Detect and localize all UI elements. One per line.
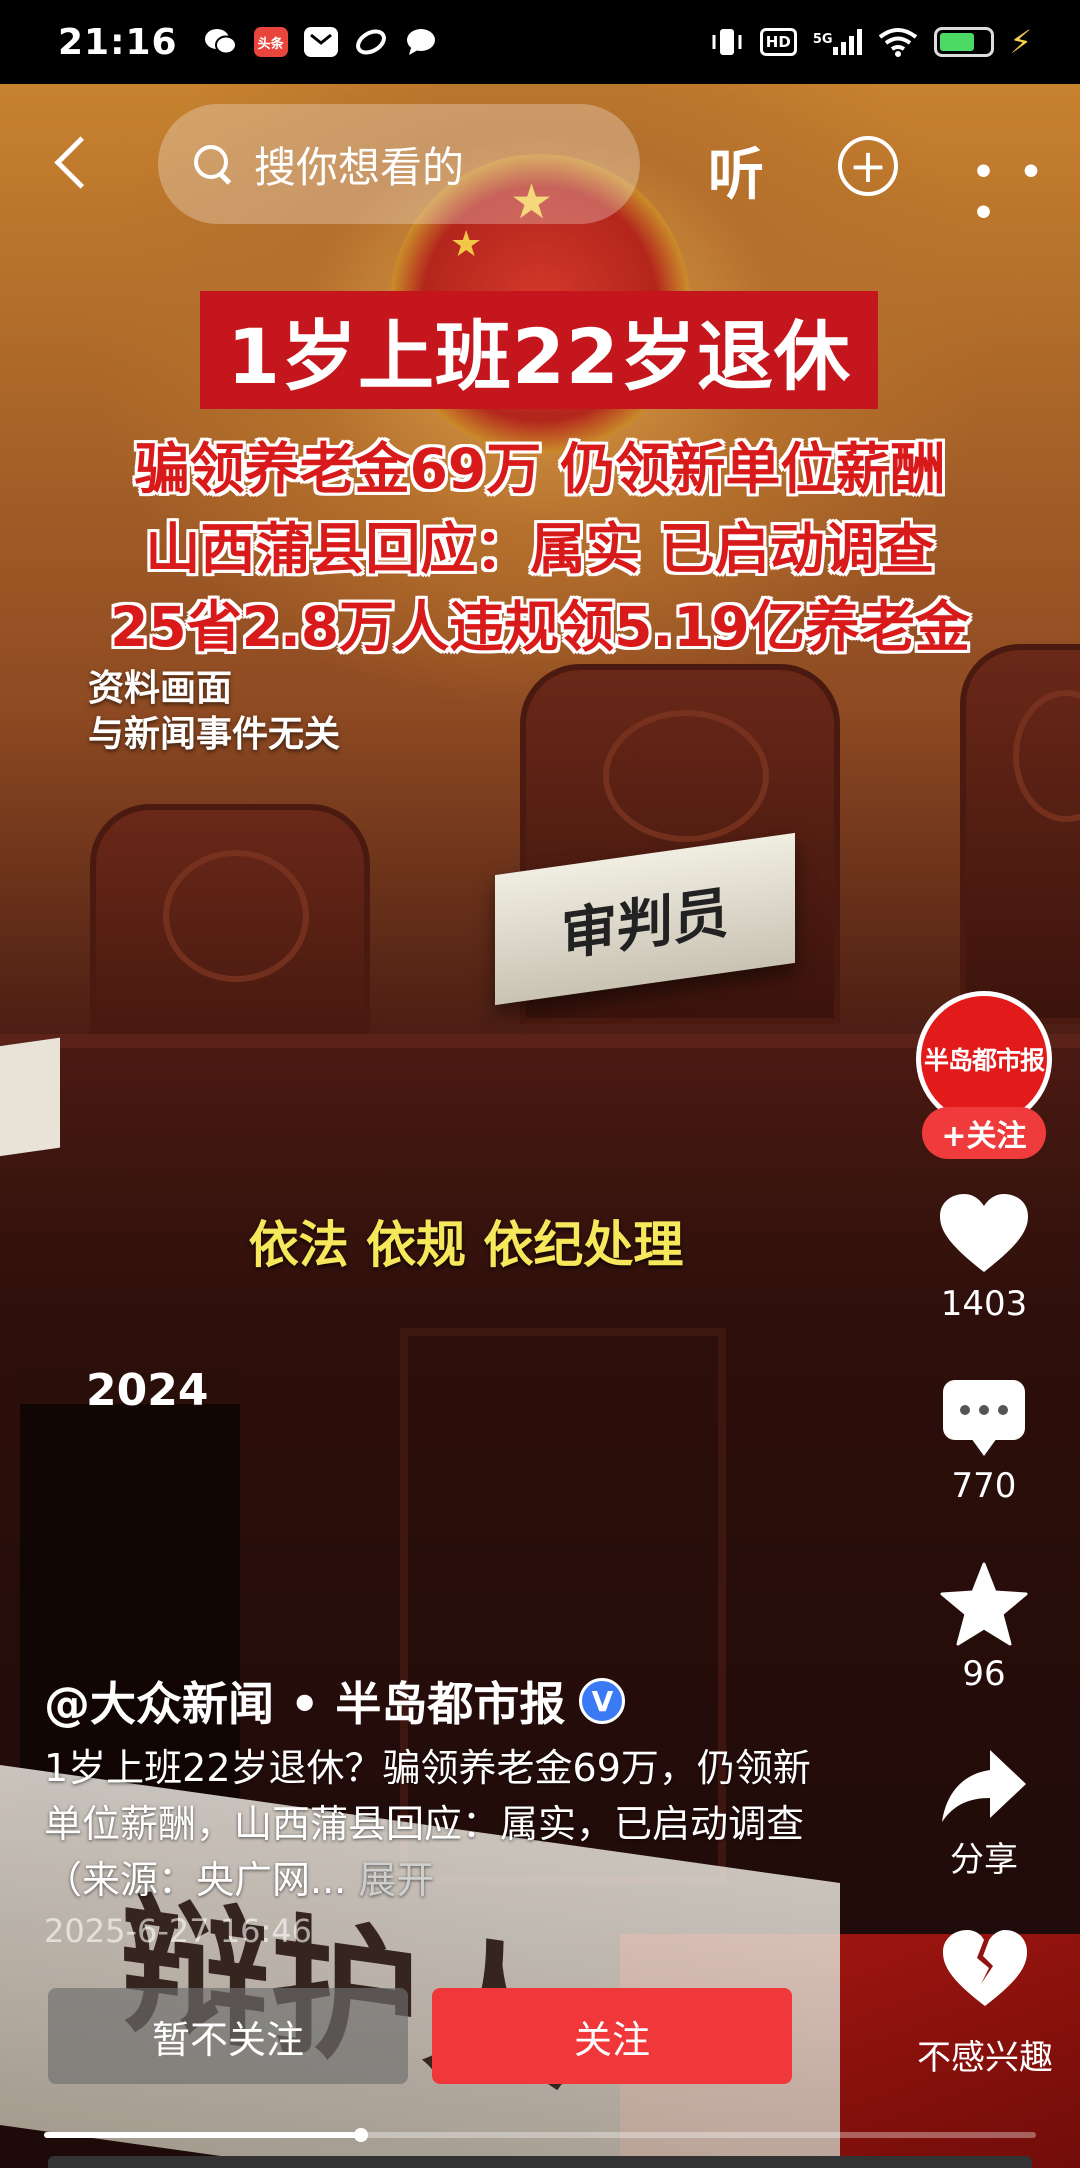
not-follow-button[interactable]: 暂不关注 — [48, 1988, 408, 2084]
hd-icon: HD — [759, 28, 797, 56]
video-subline-2: 山西蒲县回应：属实 已启动调查 — [145, 517, 935, 581]
like-count: 1403 — [940, 1284, 1028, 1324]
post-description[interactable]: 1岁上班22岁退休？骗领养老金69万，仍领新单位薪酬，山西蒲县回应：属实，已启动… — [44, 1740, 824, 1908]
post-author[interactable]: @大众新闻 • 半岛都市报 V — [44, 1668, 626, 1734]
star-icon — [940, 1562, 1028, 1646]
favorite-count: 96 — [962, 1654, 1006, 1694]
listen-button[interactable]: 听 — [708, 130, 764, 211]
more-button[interactable]: • • • — [972, 152, 1080, 234]
share-icon — [942, 1750, 1026, 1822]
add-button[interactable]: + — [838, 136, 898, 196]
heart-icon — [940, 1194, 1028, 1272]
video-disclaimer: 资料画面 与新闻事件无关 — [88, 666, 340, 758]
avatar-follow-button[interactable]: +关注 — [922, 1107, 1046, 1159]
plus-icon: + — [848, 139, 888, 193]
side-nameplate — [0, 1037, 60, 1161]
vibrate-icon — [712, 29, 742, 55]
like-button[interactable]: 1403 — [924, 1192, 1044, 1324]
status-time: 21:16 — [58, 21, 178, 63]
verified-icon: V — [579, 1678, 626, 1724]
comment-icon — [943, 1380, 1025, 1456]
network-label: 5G — [812, 32, 833, 47]
follow-button[interactable]: 关注 — [432, 1988, 792, 2084]
battery-icon — [933, 27, 994, 57]
share-button[interactable]: 分享 — [924, 1748, 1044, 1881]
search-bar[interactable]: 搜你想看的 — [158, 104, 640, 224]
favorite-button[interactable]: 96 — [924, 1562, 1044, 1694]
wifi-icon — [878, 28, 917, 57]
video-subline-3: 25省2.8万人违规领5.19亿养老金 — [110, 595, 970, 659]
progress-fill — [44, 2132, 362, 2138]
search-placeholder: 搜你想看的 — [254, 142, 465, 192]
notification-icons: 头条 — [204, 27, 438, 57]
status-right: HD 5G ⚡ — [710, 23, 1032, 61]
not-interested-label: 不感兴趣 — [917, 2038, 1053, 2078]
share-label: 分享 — [950, 1840, 1018, 1880]
disclaimer-line: 资料画面 — [88, 668, 233, 709]
video-progress-bar[interactable] — [44, 2128, 1036, 2142]
back-button[interactable] — [44, 132, 104, 192]
screen: 21:16 头条 HD 5G ⚡ ★ ★ 审判员 1岁上班22岁退休 骗领养老金… — [0, 0, 1080, 2168]
signal-icon — [832, 29, 862, 55]
post-timestamp: 2025-6-27 16:46 — [44, 1912, 312, 1950]
mail-icon — [303, 27, 338, 57]
disclaimer-line: 与新闻事件无关 — [88, 714, 341, 755]
top-nav: 搜你想看的 听 + • • • — [0, 104, 1080, 234]
author-name: @大众新闻 • 半岛都市报 — [44, 1677, 566, 1731]
status-bar: 21:16 头条 HD 5G ⚡ — [0, 0, 1080, 84]
toutiao-icon: 头条 — [253, 27, 288, 57]
expand-link[interactable]: 展开 — [358, 1858, 434, 1902]
bottom-sheet-handle — [48, 2156, 1032, 2168]
broken-heart-icon — [943, 1930, 1027, 2006]
comment-count: 770 — [951, 1466, 1017, 1506]
charging-icon: ⚡ — [1009, 23, 1032, 61]
video-subline-1: 骗领养老金69万 仍领新单位薪酬 — [134, 437, 946, 501]
video-caption: 依法 依规 依纪处理 — [248, 1216, 684, 1274]
video-headline: 1岁上班22岁退休 — [200, 291, 878, 409]
link-icon — [354, 27, 388, 57]
chat-icon — [404, 27, 438, 57]
wechat-icon — [204, 27, 238, 57]
judge-chair — [960, 644, 1080, 1024]
video-year: 2024 — [86, 1365, 209, 1416]
comment-button[interactable]: 770 — [924, 1378, 1044, 1506]
not-interested-button[interactable]: 不感兴趣 — [900, 1928, 1070, 2079]
search-icon — [192, 143, 234, 185]
